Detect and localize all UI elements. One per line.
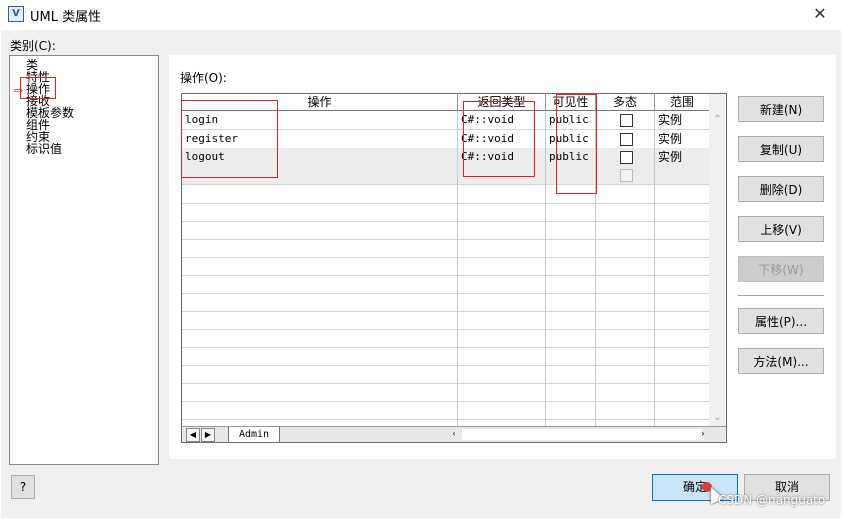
column-divider	[457, 111, 458, 426]
categories-list[interactable]: ⇨ 类 特性 操作 接收 模板参数 组件 约束 标识值	[9, 55, 159, 465]
scroll-right-icon[interactable]: ›	[697, 428, 709, 440]
column-divider	[545, 111, 546, 426]
table-row-empty[interactable]	[182, 401, 709, 420]
button-separator	[738, 295, 824, 296]
cell-scope[interactable]: 实例	[658, 111, 708, 129]
properties-button[interactable]: 属性(P)...	[738, 308, 824, 334]
table-row-empty[interactable]	[182, 257, 709, 276]
table-row-empty[interactable]	[182, 329, 709, 348]
tab-admin[interactable]: Admin	[228, 427, 280, 442]
table-row-empty[interactable]	[182, 311, 709, 330]
table-row-empty[interactable]	[182, 365, 709, 384]
polymorphic-checkbox[interactable]	[620, 133, 633, 146]
table-row-empty[interactable]	[182, 239, 709, 258]
scroll-down-icon[interactable]: ⌄	[709, 410, 726, 426]
table-row-empty[interactable]	[182, 383, 709, 402]
annotation-box-return-type	[463, 101, 535, 177]
table-row-empty[interactable]	[182, 185, 709, 204]
move-up-button[interactable]: 上移(V)	[738, 216, 824, 242]
duplicate-button[interactable]: 复制(U)	[738, 136, 824, 162]
methods-button[interactable]: 方法(M)...	[738, 348, 824, 374]
table-row-empty[interactable]	[182, 203, 709, 222]
title-bar: V UML 类属性 ✕	[0, 0, 842, 30]
move-down-button[interactable]: 下移(W)	[738, 256, 824, 282]
new-button[interactable]: 新建(N)	[738, 96, 824, 122]
annotation-box-operation	[181, 100, 278, 178]
column-header-scope[interactable]: 范围	[655, 94, 710, 111]
cell-scope[interactable]: 实例	[658, 148, 708, 166]
scroll-left-icon[interactable]: ‹	[448, 428, 460, 440]
help-button[interactable]: ?	[11, 475, 35, 499]
table-row-empty[interactable]	[182, 275, 709, 294]
visio-app-icon: V	[8, 6, 24, 22]
polymorphic-checkbox[interactable]	[620, 114, 633, 127]
table-row-empty[interactable]	[182, 221, 709, 240]
horizontal-scrollbar[interactable]	[462, 429, 702, 440]
annotation-box-category	[20, 77, 56, 99]
vertical-scrollbar[interactable]: ⌃ ⌄	[709, 94, 726, 426]
categories-label: 类别(C):	[10, 39, 56, 53]
polymorphic-checkbox[interactable]	[620, 151, 633, 164]
close-icon[interactable]: ✕	[808, 3, 832, 25]
category-tagged-values[interactable]: 标识值	[26, 143, 62, 155]
table-row-empty[interactable]	[182, 293, 709, 312]
help-icon: ?	[19, 480, 27, 494]
sheet-tab-bar: ◀ ▶ Admin ‹ ›	[182, 426, 726, 442]
delete-button[interactable]: 删除(D)	[738, 176, 824, 202]
polymorphic-checkbox-disabled	[620, 169, 633, 182]
table-row-empty[interactable]	[182, 347, 709, 366]
operations-label: 操作(O):	[180, 71, 227, 85]
column-header-polymorphic[interactable]: 多态	[596, 94, 655, 111]
watermark-text: CSDN @nanguato	[718, 493, 826, 507]
cell-scope[interactable]: 实例	[658, 130, 708, 148]
tab-last-icon[interactable]: ▶	[201, 428, 215, 442]
tab-first-icon[interactable]: ◀	[186, 428, 200, 442]
scroll-up-icon[interactable]: ⌃	[709, 112, 726, 128]
annotation-box-visibility	[556, 94, 597, 194]
column-divider	[654, 111, 655, 426]
window-title: UML 类属性	[30, 10, 102, 25]
